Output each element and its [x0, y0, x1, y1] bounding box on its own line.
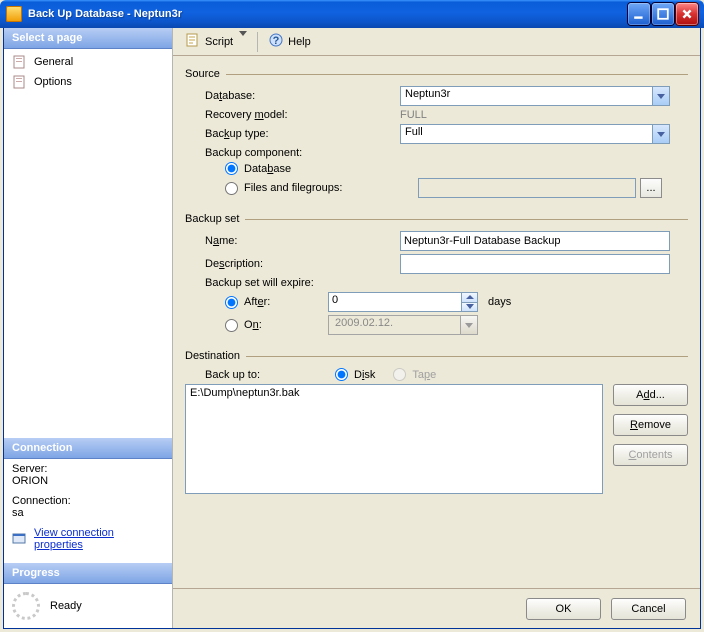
remove-button[interactable]: Remove [613, 414, 688, 436]
destination-list[interactable]: E:\Dump\neptun3r.bak [185, 384, 603, 494]
help-icon: ? [268, 32, 284, 51]
filegroups-input [418, 178, 636, 198]
sidebar-item-general[interactable]: General [4, 52, 172, 72]
backup-component-label: Backup component: [205, 147, 400, 159]
database-select[interactable]: Neptun3r [400, 86, 670, 106]
script-button[interactable]: Script [181, 30, 251, 53]
backup-type-select[interactable]: Full [400, 124, 670, 144]
title-bar: Back Up Database - Neptun3r [0, 0, 704, 28]
ok-button[interactable]: OK [526, 598, 601, 620]
backup-type-label: Backup type: [205, 128, 400, 140]
select-page-header: Select a page [4, 28, 172, 49]
toolbar: Script ? Help [173, 28, 700, 56]
cancel-button[interactable]: Cancel [611, 598, 686, 620]
expire-after-days-input[interactable]: 0 [328, 292, 478, 312]
expire-after-radio[interactable]: After: [225, 296, 310, 309]
destination-group: Destination Back up to: Disk Tape E:\Dum… [185, 346, 688, 497]
connection-props-icon [12, 531, 28, 548]
help-button[interactable]: ? Help [264, 30, 315, 53]
add-button[interactable]: Add... [613, 384, 688, 406]
disk-radio[interactable]: Disk [335, 368, 375, 381]
expire-on-date: 2009.02.12. [328, 315, 478, 335]
chevron-up-icon [461, 293, 477, 302]
source-group: Source Database: Neptun3r Recovery model… [185, 64, 688, 201]
name-label: Name: [205, 235, 400, 247]
maximize-button[interactable] [652, 3, 674, 25]
view-connection-properties-link[interactable]: View connection properties [34, 527, 164, 551]
server-value: ORION [12, 475, 164, 487]
sidebar: Select a page General Options Connection… [4, 28, 173, 628]
page-icon [12, 54, 28, 70]
progress-header: Progress [4, 563, 172, 584]
component-database-radio[interactable]: Database [225, 162, 291, 175]
destination-item[interactable]: E:\Dump\neptun3r.bak [190, 387, 598, 399]
destination-legend: Destination [185, 350, 240, 362]
expire-label: Backup set will expire: [205, 277, 400, 289]
tape-radio: Tape [393, 368, 436, 381]
back-up-to-label: Back up to: [205, 369, 335, 381]
progress-spinner-icon [12, 592, 40, 620]
connection-header: Connection [4, 438, 172, 459]
recovery-model-value: FULL [400, 109, 427, 121]
backup-set-group: Backup set Name: Description: Backup set… [185, 209, 688, 338]
description-input[interactable] [400, 254, 670, 274]
server-label: Server: [12, 463, 164, 475]
chevron-down-icon [239, 36, 247, 48]
spinner-arrows[interactable] [461, 293, 477, 311]
chevron-down-icon [652, 87, 669, 105]
database-label: Database: [205, 90, 400, 102]
progress-status: Ready [50, 600, 82, 612]
svg-text:?: ? [273, 35, 280, 47]
minimize-button[interactable] [628, 3, 650, 25]
days-label: days [488, 296, 511, 308]
backup-set-legend: Backup set [185, 213, 239, 225]
filegroups-browse-button[interactable]: ... [640, 178, 662, 198]
chevron-down-icon [461, 302, 477, 312]
sidebar-item-options[interactable]: Options [4, 72, 172, 92]
component-files-radio[interactable]: Files and filegroups: [225, 182, 400, 195]
close-button[interactable] [676, 3, 698, 25]
recovery-model-label: Recovery model: [205, 109, 400, 121]
connection-value: sa [12, 507, 164, 519]
source-legend: Source [185, 68, 220, 80]
name-input[interactable] [400, 231, 670, 251]
sidebar-item-label: Options [34, 76, 72, 88]
connection-label: Connection: [12, 495, 164, 507]
description-label: Description: [205, 258, 400, 270]
chevron-down-icon [460, 316, 477, 334]
sidebar-item-label: General [34, 56, 73, 68]
expire-on-radio[interactable]: On: [225, 319, 310, 332]
database-icon [6, 6, 22, 22]
page-icon [12, 74, 28, 90]
window-title: Back Up Database - Neptun3r [28, 8, 628, 20]
chevron-down-icon [652, 125, 669, 143]
contents-button[interactable]: Contents [613, 444, 688, 466]
script-icon [185, 32, 201, 51]
